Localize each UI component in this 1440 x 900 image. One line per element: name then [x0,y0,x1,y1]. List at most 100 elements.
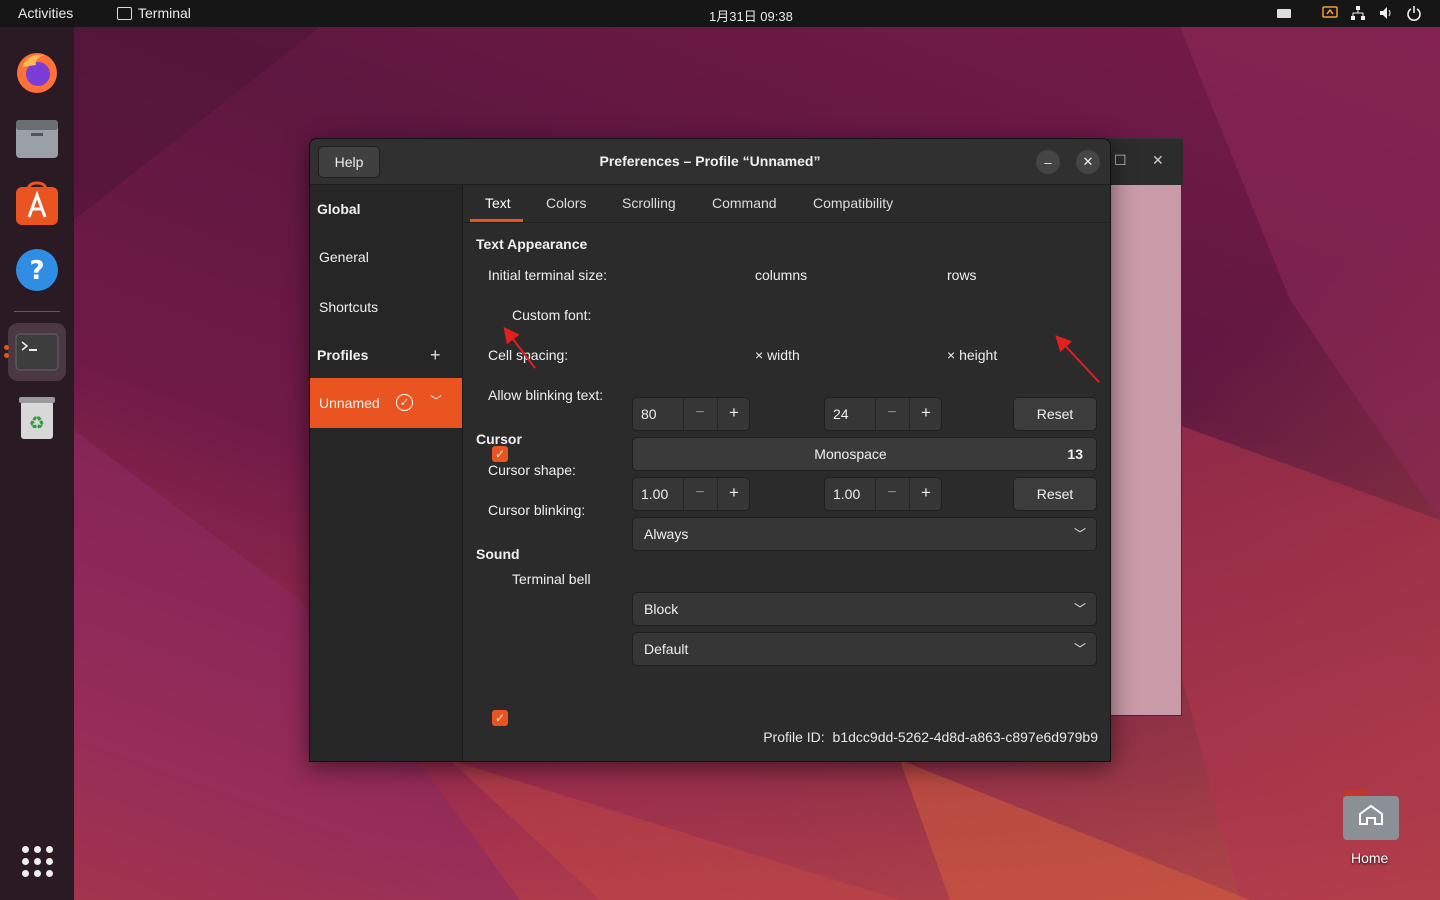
network-icon[interactable] [1350,5,1366,21]
blinking-text-value: Always [644,526,689,542]
sidebar: Global General Shortcuts Profiles + Unna… [310,185,463,761]
maximize-icon[interactable]: ☐ [1114,152,1127,169]
chevron-down-icon: ﹀ [1073,602,1086,616]
rows-spinner[interactable]: 24 − + [824,397,942,431]
columns-increment-button[interactable]: + [719,403,749,423]
dialog-title: Preferences – Profile “Unnamed” [599,153,821,169]
active-tab-indicator [470,219,523,222]
trash-launcher[interactable]: ♻ [8,389,66,447]
profile-id-label: Profile ID: [763,729,825,745]
show-apps-icon [21,845,53,877]
top-bar: Activities Terminal 1月31日 09:38 [0,0,1440,27]
running-indicator [4,345,9,350]
spinner-divider [683,398,684,430]
system-tray[interactable] [1276,5,1422,21]
spinner-divider [909,478,910,510]
dock: ? ♻ [0,27,74,900]
add-profile-button[interactable]: + [430,345,441,366]
help-launcher[interactable]: ? [8,241,66,299]
sidebar-item-shortcuts[interactable]: Shortcuts [319,299,378,315]
close-button[interactable]: ✕ [1076,150,1100,174]
keyboard-icon[interactable] [1276,5,1292,21]
running-indicator [4,353,9,358]
tab-text[interactable]: Text [485,195,511,211]
cell-width-value[interactable]: 1.00 [641,486,668,502]
minimize-icon: – [1044,154,1052,170]
rows-increment-button[interactable]: + [911,403,941,423]
sidebar-heading-profiles: Profiles [317,347,369,363]
cell-width-increment-button[interactable]: + [719,483,749,503]
rows-unit-label: rows [947,267,977,283]
cell-width-decrement-button[interactable]: − [685,484,715,502]
terminal-bell-checkbox[interactable]: ✓ [492,710,508,726]
profile-name: Unnamed [319,395,380,411]
profile-menu-chevron-icon[interactable]: ﹀ [430,392,442,409]
terminal-launcher[interactable] [8,323,66,381]
section-cursor: Cursor [476,431,522,447]
close-icon[interactable]: ✕ [1152,152,1164,169]
profile-id: Profile ID: b1dcc9dd-5262-4d8d-a863-c897… [763,729,1098,745]
reset-spacing-button[interactable]: Reset [1013,477,1097,511]
home-folder-label: Home [1351,850,1389,866]
sidebar-item-general[interactable]: General [319,249,369,265]
profile-id-value: b1dcc9dd-5262-4d8d-a863-c897e6d979b9 [832,729,1098,745]
cell-height-value[interactable]: 1.00 [833,486,860,502]
terminal-app-icon [117,6,132,20]
rows-value[interactable]: 24 [833,406,849,422]
spinner-divider [717,398,718,430]
cursor-blinking-dropdown[interactable]: Default ﹀ [632,632,1097,666]
power-icon[interactable] [1406,5,1422,21]
cursor-shape-value: Block [644,601,679,617]
activities-button[interactable]: Activities [18,5,73,21]
show-apps-button[interactable] [8,832,66,890]
font-name: Monospace [814,446,887,462]
cursor-shape-label: Cursor shape: [488,462,576,478]
section-text-appearance: Text Appearance [476,236,588,252]
rows-decrement-button[interactable]: − [877,404,907,422]
reset-size-button[interactable]: Reset [1013,397,1097,431]
spinner-divider [875,398,876,430]
volume-icon[interactable] [1378,5,1394,21]
custom-font-checkbox[interactable]: ✓ [492,446,508,462]
cell-height-spinner[interactable]: 1.00 − + [824,477,942,511]
chevron-down-icon: ﹀ [1073,527,1086,541]
sidebar-heading-global: Global [317,201,361,217]
dock-separator [14,311,60,312]
preferences-dialog: Help Preferences – Profile “Unnamed” – ✕… [309,138,1111,762]
firefox-icon [17,53,57,93]
font-size: 13 [1067,446,1083,462]
height-unit-label: × height [947,347,998,363]
font-chooser-button[interactable]: Monospace 13 [632,437,1097,471]
files-launcher[interactable] [8,109,66,167]
blinking-text-label: Allow blinking text: [488,387,604,403]
spinner-divider [717,478,718,510]
blinking-text-dropdown[interactable]: Always ﹀ [632,517,1097,551]
tab-colors[interactable]: Colors [546,195,586,211]
close-icon: ✕ [1082,154,1094,169]
columns-spinner[interactable]: 80 − + [632,397,750,431]
cell-width-spinner[interactable]: 1.00 − + [632,477,750,511]
cell-height-decrement-button[interactable]: − [877,484,907,502]
spinner-divider [909,398,910,430]
app-center-launcher[interactable] [8,175,66,233]
home-folder-shortcut[interactable] [1342,788,1400,842]
app-menu[interactable]: Terminal [117,5,191,21]
minimize-button[interactable]: – [1036,150,1060,174]
firefox-launcher[interactable] [8,43,66,101]
initial-size-label: Initial terminal size: [488,267,608,283]
terminal-bell-label: Terminal bell [512,571,591,587]
cell-height-increment-button[interactable]: + [911,483,941,503]
background-window-header: ☐ ✕ [1101,139,1183,185]
columns-decrement-button[interactable]: − [685,404,715,422]
background-terminal-window[interactable]: ☐ ✕ [1100,138,1183,716]
tab-compatibility[interactable]: Compatibility [813,195,893,211]
clock[interactable]: 1月31日 09:38 [709,6,793,25]
tab-scrolling[interactable]: Scrolling [622,195,676,211]
screen-share-icon[interactable] [1322,5,1338,21]
cell-spacing-label: Cell spacing: [488,347,569,363]
cursor-shape-dropdown[interactable]: Block ﹀ [632,592,1097,626]
files-icon [16,120,58,158]
columns-value[interactable]: 80 [641,406,657,422]
tab-command[interactable]: Command [712,195,777,211]
sidebar-item-unnamed-profile[interactable]: Unnamed ✓ ﹀ [310,378,462,428]
